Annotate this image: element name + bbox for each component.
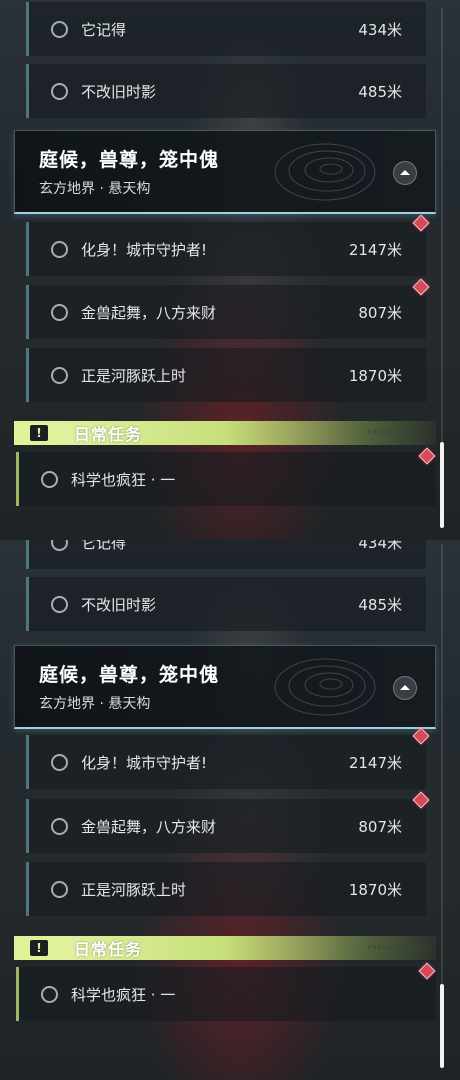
quest-name: 化身！城市守护者! — [81, 240, 208, 259]
quest-item[interactable]: 正是河豚跃上时 1870米 — [26, 348, 426, 402]
quest-distance: 807米 — [358, 303, 402, 322]
quest-name: 不改旧时影 — [81, 595, 157, 614]
scrollbar-thumb[interactable] — [440, 984, 444, 1068]
quest-item[interactable]: 它记得 434米 — [26, 540, 426, 569]
quest-item[interactable]: 化身！城市守护者! 2147米 — [26, 735, 426, 789]
quest-distance: 434米 — [358, 540, 402, 552]
daily-tasks-label: 日常任务 — [74, 940, 143, 959]
quest-item[interactable]: 它记得 434米 — [26, 2, 426, 56]
header-decoration — [368, 945, 428, 949]
daily-quest-item[interactable]: 科学也疯狂 · 一 — [16, 452, 436, 506]
quest-name: 科学也疯狂 · 一 — [71, 470, 176, 489]
quest-item[interactable]: 不改旧时影 485米 — [26, 577, 426, 631]
collapse-chevron-up-icon[interactable] — [393, 676, 417, 700]
quest-distance: 1870米 — [348, 366, 402, 385]
quest-distance: 485米 — [358, 595, 402, 614]
daily-tasks-label: 日常任务 — [74, 425, 143, 444]
exclamation-icon: ! — [30, 425, 48, 441]
quest-name: 不改旧时影 — [81, 82, 157, 101]
quest-item[interactable]: 正是河豚跃上时 1870米 — [26, 862, 426, 916]
quest-distance: 485米 — [358, 82, 402, 101]
quest-status-circle-icon — [41, 985, 58, 1003]
scrollbar-thumb[interactable] — [440, 442, 444, 528]
quest-item[interactable]: 金兽起舞，八方来财 807米 — [26, 285, 426, 339]
quest-status-circle-icon — [51, 540, 68, 551]
daily-tasks-header[interactable]: ! 日常任务 — [14, 421, 436, 445]
quest-panel-top: 它记得 434米 不改旧时影 485米 庭候，兽尊，笼中傀 玄方地界 · 悬天构… — [0, 0, 460, 540]
quest-status-circle-icon — [51, 20, 68, 38]
quest-status-circle-icon — [51, 595, 68, 613]
quest-status-circle-icon — [51, 753, 68, 771]
quest-name: 它记得 — [81, 20, 127, 39]
quest-status-circle-icon — [51, 366, 68, 384]
quest-status-circle-icon — [51, 82, 68, 100]
contour-pattern-icon — [274, 143, 376, 201]
quest-name: 金兽起舞，八方来财 — [81, 817, 217, 836]
quest-item[interactable]: 不改旧时影 485米 — [26, 64, 426, 118]
quest-distance: 2147米 — [348, 753, 402, 772]
quest-status-circle-icon — [41, 470, 58, 488]
quest-name: 正是河豚跃上时 — [81, 880, 187, 899]
daily-badge: ! — [14, 936, 64, 960]
quest-status-circle-icon — [51, 880, 68, 898]
collapse-chevron-up-icon[interactable] — [393, 161, 417, 185]
quest-distance: 2147米 — [348, 240, 402, 259]
quest-name: 金兽起舞，八方来财 — [81, 303, 217, 322]
quest-distance: 434米 — [358, 20, 402, 39]
daily-quest-item[interactable]: 科学也疯狂 · 一 — [16, 967, 436, 1021]
quest-panel-bottom: 它记得 434米 不改旧时影 485米 庭候，兽尊，笼中傀 玄方地界 · 悬天构… — [0, 540, 460, 1080]
quest-name: 它记得 — [81, 540, 127, 552]
chapter-header[interactable]: 庭候，兽尊，笼中傀 玄方地界 · 悬天构 — [14, 645, 436, 729]
quest-distance: 1870米 — [348, 880, 402, 899]
quest-item[interactable]: 金兽起舞，八方来财 807米 — [26, 799, 426, 853]
daily-tasks-header[interactable]: ! 日常任务 — [14, 936, 436, 960]
quest-item[interactable]: 化身！城市守护者! 2147米 — [26, 222, 426, 276]
quest-status-circle-icon — [51, 303, 68, 321]
quest-distance: 807米 — [358, 817, 402, 836]
quest-status-circle-icon — [51, 240, 68, 258]
chapter-header[interactable]: 庭候，兽尊，笼中傀 玄方地界 · 悬天构 — [14, 130, 436, 214]
quest-name: 正是河豚跃上时 — [81, 366, 187, 385]
contour-pattern-icon — [274, 658, 376, 716]
quest-name: 科学也疯狂 · 一 — [71, 985, 176, 1004]
exclamation-icon: ! — [30, 940, 48, 956]
quest-name: 化身！城市守护者! — [81, 753, 208, 772]
quest-status-circle-icon — [51, 817, 68, 835]
header-decoration — [368, 430, 428, 434]
daily-badge: ! — [14, 421, 64, 445]
